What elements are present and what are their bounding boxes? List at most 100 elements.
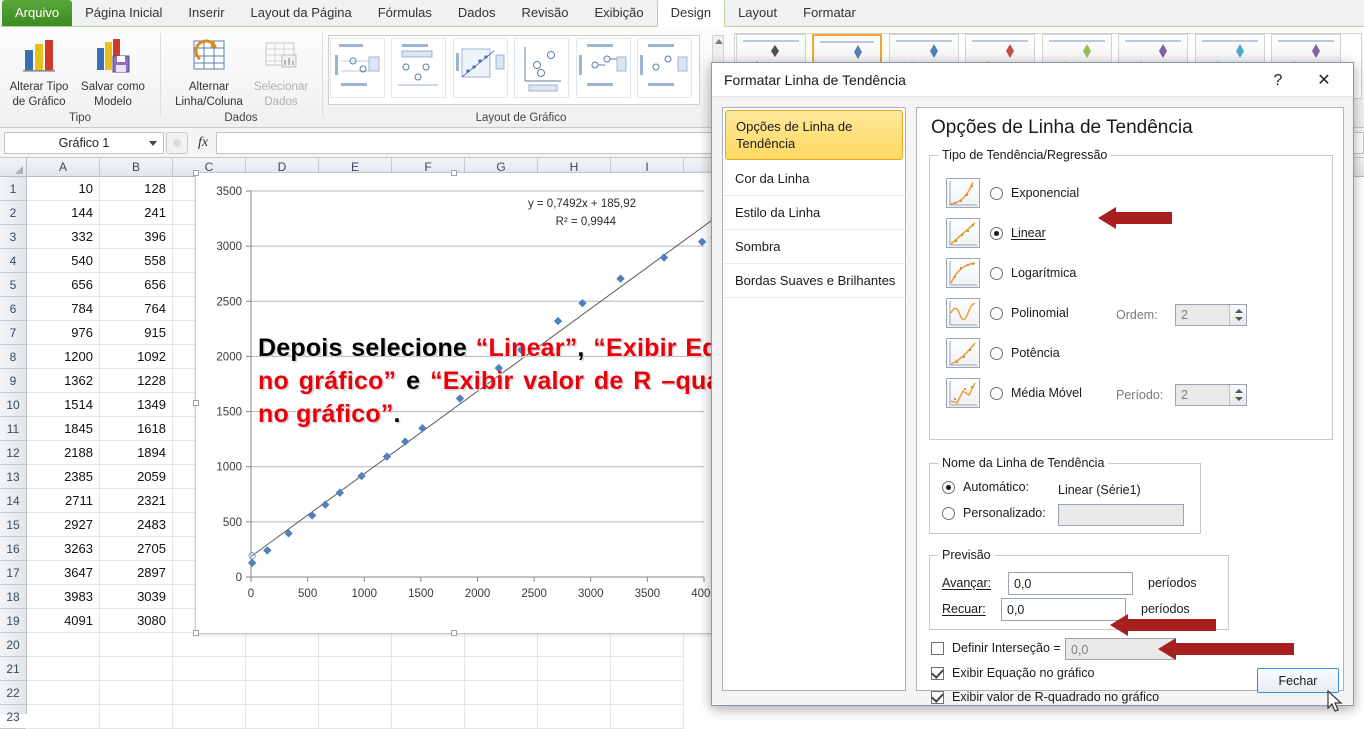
cell-E22[interactable] <box>319 681 392 705</box>
row-header[interactable]: 20 <box>0 633 26 657</box>
chart-layout-option-2[interactable] <box>391 38 447 98</box>
cell-B16[interactable]: 2705 <box>100 537 173 561</box>
tab-arquivo[interactable]: Arquivo <box>2 0 73 26</box>
cell-B17[interactable]: 2897 <box>100 561 173 585</box>
radio-logaritmica[interactable] <box>990 266 1003 280</box>
cell-F23[interactable] <box>392 705 465 729</box>
tab-revisao[interactable]: Revisão <box>509 0 582 26</box>
cell-B1[interactable]: 128 <box>100 177 173 201</box>
column-header-b[interactable]: B <box>100 158 173 177</box>
cell-A20[interactable] <box>27 633 100 657</box>
cell-A16[interactable]: 3263 <box>27 537 100 561</box>
cell-B12[interactable]: 1894 <box>100 441 173 465</box>
chart-handle-n[interactable] <box>451 170 457 176</box>
cell-A22[interactable] <box>27 681 100 705</box>
row-header[interactable]: 22 <box>0 681 26 705</box>
cell-F20[interactable] <box>392 633 465 657</box>
dialog-title-bar[interactable]: Formatar Linha de Tendência ? ✕ <box>712 63 1353 97</box>
cell-B10[interactable]: 1349 <box>100 393 173 417</box>
alternar-linha-coluna-button[interactable]: Alternar Linha/Coluna <box>174 33 244 109</box>
option-automatico[interactable]: Automático: <box>942 480 1029 494</box>
cell-A8[interactable]: 1200 <box>27 345 100 369</box>
column-header-a[interactable]: A <box>27 158 100 177</box>
row-header[interactable]: 6 <box>0 297 26 321</box>
cell-A6[interactable]: 784 <box>27 297 100 321</box>
row-header[interactable]: 11 <box>0 417 26 441</box>
chart-layout-option-5[interactable] <box>575 38 631 98</box>
cell-B8[interactable]: 1092 <box>100 345 173 369</box>
cell-A15[interactable]: 2927 <box>27 513 100 537</box>
cell-A2[interactable]: 144 <box>27 201 100 225</box>
row-header[interactable]: 19 <box>0 609 26 633</box>
cell-A17[interactable]: 3647 <box>27 561 100 585</box>
cell-A7[interactable]: 976 <box>27 321 100 345</box>
cell-D23[interactable] <box>246 705 319 729</box>
cell-C21[interactable] <box>173 657 246 681</box>
cell-I23[interactable] <box>611 705 684 729</box>
chart-handle-s[interactable] <box>451 630 457 636</box>
cell-B14[interactable]: 2321 <box>100 489 173 513</box>
cell-H22[interactable] <box>538 681 611 705</box>
cell-G20[interactable] <box>465 633 538 657</box>
cell-E23[interactable] <box>319 705 392 729</box>
cell-A3[interactable]: 332 <box>27 225 100 249</box>
close-icon[interactable]: ✕ <box>1307 70 1341 92</box>
cell-B15[interactable]: 2483 <box>100 513 173 537</box>
cell-B22[interactable] <box>100 681 173 705</box>
row-header[interactable]: 17 <box>0 561 26 585</box>
avancar-input[interactable]: 0,0 <box>1008 572 1133 595</box>
option-polinomial[interactable]: Polinomial <box>946 298 1069 328</box>
tab-exibicao[interactable]: Exibição <box>581 0 656 26</box>
scroll-up-icon[interactable] <box>715 39 723 44</box>
checkbox-exibir-equacao-row[interactable]: Exibir Equação no gráfico <box>931 666 1094 680</box>
cell-B13[interactable]: 2059 <box>100 465 173 489</box>
row-header[interactable]: 3 <box>0 225 26 249</box>
row-header[interactable]: 12 <box>0 441 26 465</box>
cell-E21[interactable] <box>319 657 392 681</box>
cell-I22[interactable] <box>611 681 684 705</box>
radio-potencia[interactable] <box>990 346 1003 360</box>
cell-A9[interactable]: 1362 <box>27 369 100 393</box>
cell-B20[interactable] <box>100 633 173 657</box>
row-header[interactable]: 8 <box>0 345 26 369</box>
tab-inserir[interactable]: Inserir <box>175 0 237 26</box>
cell-B2[interactable]: 241 <box>100 201 173 225</box>
radio-polinomial[interactable] <box>990 306 1003 320</box>
row-header[interactable]: 5 <box>0 273 26 297</box>
cell-G22[interactable] <box>465 681 538 705</box>
personalizado-input[interactable] <box>1058 504 1184 526</box>
cell-F22[interactable] <box>392 681 465 705</box>
cell-C20[interactable] <box>173 633 246 657</box>
nav-item-estilo-da-linha[interactable]: Estilo da Linha <box>723 196 905 230</box>
cell-B18[interactable]: 3039 <box>100 585 173 609</box>
salvar-como-modelo-button[interactable]: Salvar como Modelo <box>78 33 148 109</box>
periodo-spinner[interactable]: 2 <box>1175 384 1247 406</box>
radio-media-movel[interactable] <box>990 386 1003 400</box>
cell-A4[interactable]: 540 <box>27 249 100 273</box>
option-media-movel[interactable]: Média Móvel <box>946 378 1082 408</box>
row-header[interactable]: 13 <box>0 465 26 489</box>
cell-F21[interactable] <box>392 657 465 681</box>
radio-automatico[interactable] <box>942 480 955 494</box>
cell-C22[interactable] <box>173 681 246 705</box>
option-logaritmica[interactable]: Logarítmica <box>946 258 1076 288</box>
cell-A10[interactable]: 1514 <box>27 393 100 417</box>
row-header[interactable]: 10 <box>0 393 26 417</box>
cell-D20[interactable] <box>246 633 319 657</box>
cell-D22[interactable] <box>246 681 319 705</box>
cell-A13[interactable]: 2385 <box>27 465 100 489</box>
name-box[interactable]: Gráfico 1 <box>4 131 164 154</box>
cell-E20[interactable] <box>319 633 392 657</box>
tab-layout[interactable]: Layout <box>725 0 790 26</box>
chart-handle-w[interactable] <box>193 400 199 406</box>
cell-A18[interactable]: 3983 <box>27 585 100 609</box>
chevron-down-icon[interactable] <box>149 140 157 146</box>
row-header[interactable]: 7 <box>0 321 26 345</box>
alterar-tipo-grafico-button[interactable]: Alterar Tipo de Gráfico <box>4 33 74 109</box>
row-header[interactable]: 2 <box>0 201 26 225</box>
row-header[interactable]: 21 <box>0 657 26 681</box>
row-header[interactable]: 16 <box>0 537 26 561</box>
row-header[interactable]: 9 <box>0 369 26 393</box>
cell-A11[interactable]: 1845 <box>27 417 100 441</box>
cell-B19[interactable]: 3080 <box>100 609 173 633</box>
